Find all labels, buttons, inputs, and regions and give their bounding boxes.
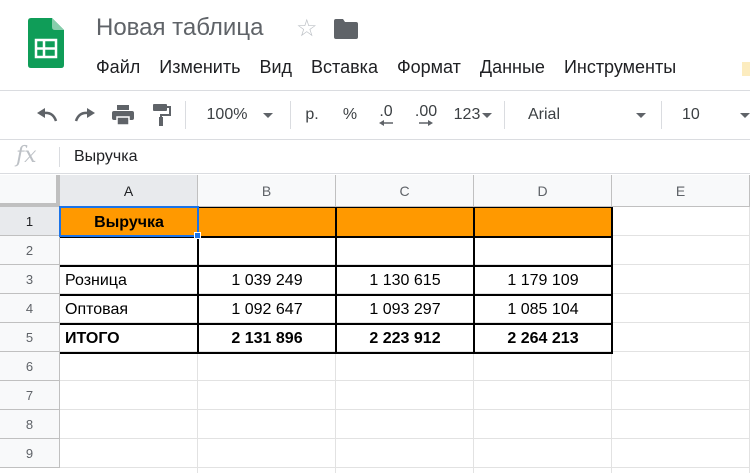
cell-c3[interactable]: 1 130 615 [336, 265, 474, 294]
column-header-a[interactable]: A [60, 175, 198, 207]
arrow-right-icon [419, 120, 433, 126]
menu-insert[interactable]: Вставка [311, 57, 378, 78]
row-header-4[interactable]: 4 [0, 294, 60, 323]
row-header-2[interactable]: 2 [0, 236, 60, 265]
app-header: Новая таблица ☆ Файл Изменить Вид Вставк… [0, 0, 750, 90]
undo-button[interactable] [34, 91, 60, 139]
cell-b3[interactable]: 1 039 249 [198, 265, 336, 294]
font-family-select[interactable]: Arial [520, 91, 650, 139]
percent-format-button[interactable]: % [336, 91, 364, 139]
print-button[interactable] [110, 91, 136, 139]
sheets-logo-icon[interactable] [28, 18, 64, 68]
selection-box [59, 206, 199, 237]
cell-d5[interactable]: 2 264 213 [474, 323, 612, 352]
cell-a4[interactable]: Оптовая [60, 294, 198, 323]
cell-a3[interactable]: Розница [60, 265, 198, 294]
cell-a5[interactable]: ИТОГО [60, 323, 198, 352]
column-header-e[interactable]: E [612, 175, 750, 207]
menu-data[interactable]: Данные [480, 57, 545, 78]
zoom-value: 100% [206, 106, 248, 123]
font-size-select[interactable]: 10 [672, 91, 750, 139]
row-header-1[interactable]: 1 [0, 207, 60, 236]
select-all-corner[interactable] [0, 175, 60, 207]
cell-c4[interactable]: 1 093 297 [336, 294, 474, 323]
redo-button[interactable] [72, 91, 98, 139]
more-formats-button[interactable]: 123 [450, 91, 496, 139]
redo-icon [74, 108, 95, 122]
toolbar: 100% р. % .0 .00 123 Arial 10 [0, 90, 750, 140]
menu-bar: Файл Изменить Вид Вставка Формат Данные … [96, 57, 695, 78]
column-header-c[interactable]: C [336, 175, 474, 207]
chevron-down-icon [482, 112, 493, 118]
menu-view[interactable]: Вид [259, 57, 292, 78]
font-family-value: Arial [528, 106, 561, 123]
folder-icon[interactable] [334, 19, 358, 39]
chevron-down-icon [740, 112, 750, 118]
cell-b5[interactable]: 2 131 896 [198, 323, 336, 352]
spreadsheet-grid[interactable]: A B C D E 1 2 3 4 5 6 7 8 9 Выручка Розн… [0, 175, 750, 473]
menu-format[interactable]: Формат [397, 57, 461, 78]
paint-format-icon [153, 104, 171, 126]
currency-format-button[interactable]: р. [298, 91, 326, 139]
formula-bar: fx Выручка [0, 140, 750, 174]
zoom-select[interactable]: 100% [200, 91, 280, 139]
row-header-3[interactable]: 3 [0, 265, 60, 294]
row-header-6[interactable]: 6 [0, 352, 60, 381]
menu-file[interactable]: Файл [96, 57, 140, 78]
row-header-7[interactable]: 7 [0, 381, 60, 410]
arrow-left-icon [379, 120, 393, 126]
print-icon [112, 105, 134, 125]
cell-c5[interactable]: 2 223 912 [336, 323, 474, 352]
chevron-down-icon [636, 112, 646, 118]
undo-icon [37, 108, 58, 122]
paint-format-button[interactable] [148, 91, 174, 139]
fill-handle[interactable] [194, 232, 201, 239]
row-header-8[interactable]: 8 [0, 410, 60, 439]
increase-decimals-button[interactable]: .00 [408, 91, 444, 139]
cell-d4[interactable]: 1 085 104 [474, 294, 612, 323]
column-header-b[interactable]: B [198, 175, 336, 207]
document-title[interactable]: Новая таблица [96, 14, 263, 42]
menu-overflow-indicator [742, 62, 750, 76]
column-header-d[interactable]: D [474, 175, 612, 207]
decrease-decimals-button[interactable]: .0 [370, 91, 402, 139]
cell-d3[interactable]: 1 179 109 [474, 265, 612, 294]
chevron-down-icon [263, 112, 274, 118]
formula-input[interactable]: Выручка [74, 148, 137, 166]
fx-icon: fx [16, 143, 37, 168]
row-header-9[interactable]: 9 [0, 439, 60, 468]
star-icon[interactable]: ☆ [296, 14, 318, 44]
row-header-5[interactable]: 5 [0, 323, 60, 352]
menu-edit[interactable]: Изменить [159, 57, 240, 78]
menu-tools[interactable]: Инструменты [564, 57, 676, 78]
font-size-value: 10 [682, 106, 700, 123]
cell-b4[interactable]: 1 092 647 [198, 294, 336, 323]
